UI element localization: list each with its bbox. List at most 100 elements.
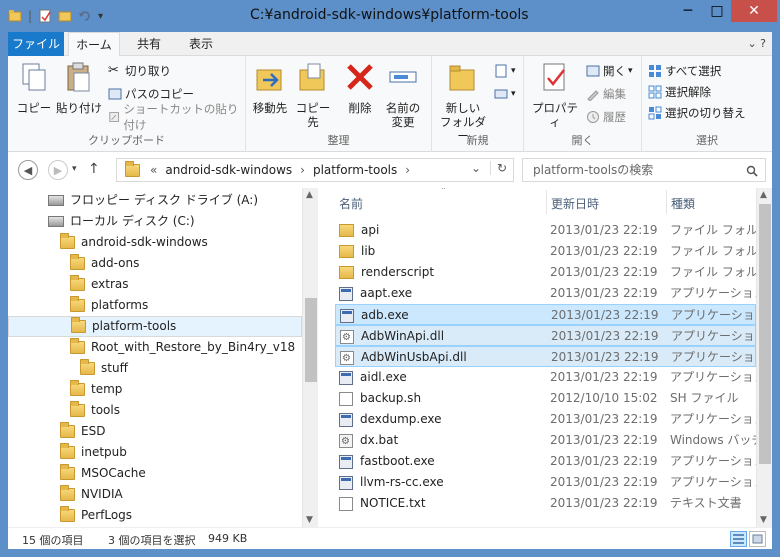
properties-icon[interactable] xyxy=(38,9,52,23)
rename-button[interactable]: 名前の 変更 xyxy=(382,62,424,129)
nav-tree-item[interactable]: フロッピー ディスク ドライブ (A:) xyxy=(8,190,302,211)
open-button[interactable]: 開く ▾ xyxy=(586,62,633,80)
file-row[interactable]: renderscript 2013/01/23 22:19 ファイル フォルダー xyxy=(335,262,760,283)
breadcrumb-android-sdk-windows[interactable]: android-sdk-windows xyxy=(165,163,292,177)
select-none-button[interactable]: 選択解除 xyxy=(648,83,711,101)
maximize-button[interactable]: □ xyxy=(703,0,731,22)
nav-tree-item[interactable]: inetpub xyxy=(8,442,302,463)
copy-to-button[interactable]: コピー先 xyxy=(292,62,334,129)
breadcrumb-separator[interactable]: › xyxy=(300,163,305,177)
search-icon[interactable] xyxy=(746,165,758,177)
file-row[interactable]: AdbWinUsbApi.dll 2013/01/23 22:19 アプリケーション… xyxy=(335,346,761,368)
nav-tree-item[interactable]: Root_with_Restore_by_Bin4ry_v18 xyxy=(8,337,302,358)
file-row[interactable]: aapt.exe 2013/01/23 22:19 アプリケーション xyxy=(335,283,760,304)
paste-button[interactable]: 貼り付け xyxy=(56,62,102,115)
column-divider[interactable] xyxy=(546,190,547,214)
file-row[interactable]: NOTICE.txt 2013/01/23 22:19 テキスト文書 xyxy=(335,493,756,514)
file-row[interactable]: api 2013/01/23 22:19 ファイル フォルダー xyxy=(335,220,760,241)
nav-tree-item[interactable]: tools xyxy=(8,400,302,421)
file-row[interactable]: adb.exe 2013/01/23 22:19 アプリケーション xyxy=(335,304,761,325)
column-date[interactable]: 更新日時 xyxy=(551,195,599,212)
move-to-button[interactable]: 移動先 xyxy=(250,62,290,115)
cut-button[interactable]: ✂ 切り取り xyxy=(108,62,171,80)
column-type[interactable]: 種類 xyxy=(671,195,695,212)
tab-file[interactable]: ファイル xyxy=(8,32,64,56)
nav-tree-item[interactable]: android-sdk-windows xyxy=(8,232,302,253)
delete-button[interactable]: 削除 xyxy=(342,62,378,115)
new-folder-button[interactable]: 新しい フォルダー xyxy=(438,62,488,143)
address-field[interactable]: « android-sdk-windows › platform-tools ›… xyxy=(116,158,514,182)
file-date: 2013/01/23 22:19 xyxy=(551,308,659,322)
column-divider[interactable] xyxy=(666,190,667,214)
breadcrumb-separator[interactable]: › xyxy=(405,163,410,177)
nav-tree-item[interactable]: ESD xyxy=(8,421,302,442)
invert-selection-button[interactable]: 選択の切り替え xyxy=(648,104,746,122)
scroll-down-icon[interactable]: ▼ xyxy=(306,515,313,525)
tab-home[interactable]: ホーム xyxy=(68,32,120,57)
nav-tree-label: PerfLogs xyxy=(81,508,133,522)
back-button[interactable]: ◀ xyxy=(18,160,38,180)
close-button[interactable]: ✕ xyxy=(731,0,777,22)
file-scrollbar[interactable]: ▲ ▼ xyxy=(756,188,772,527)
file-name: llvm-rs-cc.exe xyxy=(360,475,444,489)
search-input[interactable]: platform-toolsの検索 xyxy=(522,158,766,182)
nav-tree-item[interactable]: MSOCache xyxy=(8,463,302,484)
forward-button[interactable]: ▶ xyxy=(48,160,68,180)
application-icon xyxy=(339,370,353,385)
qat-dropdown-icon[interactable]: ▾ xyxy=(98,11,103,22)
details-view-button[interactable] xyxy=(730,531,747,547)
file-row[interactable]: aidl.exe 2013/01/23 22:19 アプリケーション xyxy=(335,367,760,388)
folder-icon xyxy=(60,506,75,522)
nav-tree-item[interactable]: platforms xyxy=(8,295,302,316)
column-name[interactable]: 名前 xyxy=(339,195,363,212)
new-folder-icon[interactable] xyxy=(58,9,72,23)
copy-button[interactable]: コピー xyxy=(14,62,54,115)
new-group-label: 新規 xyxy=(466,134,489,147)
file-row[interactable]: llvm-rs-cc.exe 2013/01/23 22:19 アプリケーション xyxy=(335,472,760,493)
nav-tree-label: ローカル ディスク (C:) xyxy=(70,214,195,228)
file-row[interactable]: AdbWinApi.dll 2013/01/23 22:19 アプリケーション拡張 xyxy=(335,325,761,347)
paste-shortcut-button[interactable]: ショートカットの貼り付け xyxy=(108,102,245,132)
file-row[interactable]: dexdump.exe 2013/01/23 22:19 アプリケーション xyxy=(335,409,760,430)
nav-tree-item[interactable]: add-ons xyxy=(8,253,302,274)
select-none-label: 選択解除 xyxy=(665,85,711,99)
breadcrumb-overflow[interactable]: « xyxy=(150,163,157,177)
large-icons-view-button[interactable] xyxy=(749,531,766,547)
up-button[interactable]: ↑ xyxy=(88,161,100,177)
file-row[interactable]: lib 2013/01/23 22:19 ファイル フォルダー xyxy=(335,241,760,262)
file-scrollbar-thumb[interactable] xyxy=(759,204,771,464)
folder-icon[interactable] xyxy=(8,9,22,23)
file-row[interactable]: backup.sh 2012/10/10 15:02 SH ファイル xyxy=(335,388,756,409)
nav-tree-item[interactable]: temp xyxy=(8,379,302,400)
properties-button[interactable]: プロパティ xyxy=(532,62,578,129)
nav-tree-item[interactable]: NVIDIA xyxy=(8,484,302,505)
scroll-up-icon[interactable]: ▲ xyxy=(760,190,767,200)
refresh-button[interactable]: ↻ xyxy=(489,161,507,175)
nav-tree-item[interactable]: platform-tools xyxy=(8,316,302,337)
nav-tree-item[interactable]: PerfLogs xyxy=(8,505,302,526)
file-type: アプリケーション拡張 xyxy=(671,329,761,343)
easy-access-button[interactable]: ▾ xyxy=(494,85,516,103)
select-all-button[interactable]: すべて選択 xyxy=(648,62,721,80)
nav-scrollbar[interactable]: ▲ ▼ xyxy=(302,188,318,527)
nav-tree-item[interactable]: ローカル ディスク (C:) xyxy=(8,211,302,232)
tab-share[interactable]: 共有 xyxy=(124,32,174,56)
scroll-down-icon[interactable]: ▼ xyxy=(760,515,767,525)
tab-view[interactable]: 表示 xyxy=(176,32,226,56)
scroll-up-icon[interactable]: ▲ xyxy=(306,190,313,200)
open-dropdown-icon: ▾ xyxy=(628,66,633,76)
nav-tree-item[interactable]: stuff xyxy=(8,358,302,379)
breadcrumb-platform-tools[interactable]: platform-tools xyxy=(313,163,397,177)
recent-dropdown-icon[interactable]: ▾ xyxy=(72,164,77,174)
history-button[interactable]: 履歴 xyxy=(586,108,626,126)
nav-tree-item[interactable]: extras xyxy=(8,274,302,295)
address-dropdown-icon[interactable]: ⌄ xyxy=(471,161,481,175)
undo-icon[interactable] xyxy=(78,9,92,23)
edit-button[interactable]: 編集 xyxy=(586,85,626,103)
nav-scrollbar-thumb[interactable] xyxy=(305,298,317,382)
help-icon[interactable]: ⌄ ? xyxy=(747,37,766,50)
file-row[interactable]: dx.bat 2013/01/23 22:19 Windows バッチ xyxy=(335,430,760,451)
minimize-button[interactable]: ─ xyxy=(673,0,703,22)
file-row[interactable]: fastboot.exe 2013/01/23 22:19 アプリケーション xyxy=(335,451,760,472)
new-item-button[interactable]: ▾ xyxy=(494,62,516,80)
